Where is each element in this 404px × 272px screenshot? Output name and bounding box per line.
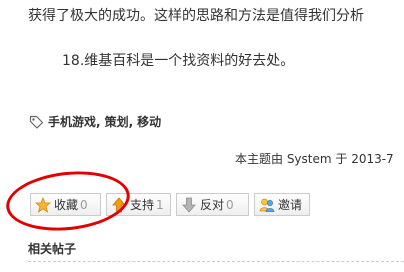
- favorite-count: 0: [80, 197, 88, 212]
- invite-label: 邀请: [278, 198, 303, 212]
- related-posts-heading: 相关帖子: [28, 242, 77, 256]
- thread-meta: 本主题由 System 于 2013-7: [235, 152, 394, 166]
- support-count: 1: [156, 197, 164, 212]
- tag-separator: ,: [128, 114, 134, 129]
- thumb-down-icon: [181, 197, 197, 213]
- favorite-button[interactable]: 收藏 0: [30, 193, 101, 216]
- favorite-label: 收藏: [54, 198, 79, 212]
- support-button[interactable]: 支持 1: [106, 193, 171, 216]
- oppose-count: 0: [226, 197, 234, 212]
- star-icon: [34, 196, 52, 213]
- post-action-bar: 收藏 0 支持 1 反对 0 邀请: [30, 193, 310, 216]
- tag-separator: ,: [96, 114, 101, 129]
- tag-link[interactable]: 手机游戏: [48, 113, 96, 130]
- section-divider: [28, 261, 404, 262]
- invite-button[interactable]: 邀请: [254, 193, 310, 216]
- invite-people-icon: [259, 197, 275, 213]
- tag-link[interactable]: 移动: [137, 113, 161, 130]
- thumb-up-icon: [111, 196, 127, 213]
- support-label: 支持: [130, 198, 155, 212]
- oppose-button[interactable]: 反对 0: [176, 193, 249, 216]
- post-page: 获得了极大的成功。这样的思路和方法是值得我们分析 18.维基百科是一个找资料的好…: [0, 0, 404, 272]
- tag-link[interactable]: 策划: [105, 113, 129, 130]
- tag-icon: [29, 115, 44, 129]
- article-text-line-1: 获得了极大的成功。这样的思路和方法是值得我们分析: [28, 8, 364, 24]
- oppose-label: 反对: [200, 198, 225, 212]
- tag-list: 手机游戏 , 策划 , 移动: [29, 113, 161, 130]
- article-text-line-2: 18.维基百科是一个找资料的好去处。: [62, 53, 295, 69]
